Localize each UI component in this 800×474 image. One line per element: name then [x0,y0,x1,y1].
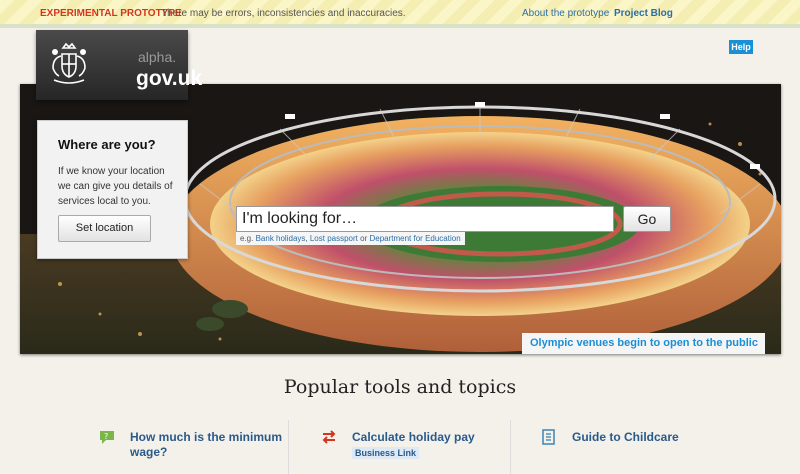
tool-label-line2: wage? [130,445,168,459]
tool-label: Guide to Childcare [572,430,679,444]
help-button[interactable]: Help [729,40,753,54]
location-description: If we know your location we can give you… [58,166,173,207]
exchange-arrows-icon [322,430,336,444]
tool-label-line1: How much is the minimum [130,430,283,444]
go-button[interactable]: Go [623,206,671,232]
search-input[interactable]: I'm looking for… [236,206,614,232]
prototype-banner: EXPERIMENTAL PROTOTYPE There may be erro… [0,0,800,28]
example-bank-holidays-link[interactable]: Bank holidays [256,234,306,243]
popular-heading: Popular tools and topics [283,376,517,398]
divider [510,420,511,474]
site-name: gov.uk [136,67,203,90]
royal-crest-icon [52,42,86,84]
example-department-education-link[interactable]: Department for Education [369,234,460,243]
document-icon [542,429,555,445]
alpha-label: alpha. [138,49,177,65]
examples-or: or [360,234,368,243]
site-logo[interactable]: alpha. gov.uk [36,30,202,100]
popular-tools-list: ? How much is the minimum wage? Calculat… [0,420,800,474]
project-blog-link[interactable]: Project Blog [614,8,673,19]
location-title: Where are you? [58,137,156,152]
example-lost-passport-link[interactable]: Lost passport [310,234,358,243]
search-examples: e.g. Bank holidays, Lost passport or Dep… [236,232,465,245]
location-panel: Where are you? If we know your location … [37,120,188,259]
examples-separator: , [305,234,308,243]
tool-label: How much is the minimum wage? [130,430,282,460]
hero-caption-link[interactable]: Olympic venues begin to open to the publ… [522,333,765,354]
set-location-button[interactable]: Set location [58,215,151,242]
experimental-message: There may be errors, inconsistencies and… [161,8,406,19]
speech-bubble-icon: ? [100,431,114,444]
svg-text:?: ? [104,432,108,441]
about-prototype-link[interactable]: About the prototype [522,8,609,19]
business-link-badge: Business Link [352,447,420,459]
tool-label: Calculate holiday pay [352,430,475,444]
examples-prefix: e.g. [240,234,254,243]
divider [288,420,289,474]
